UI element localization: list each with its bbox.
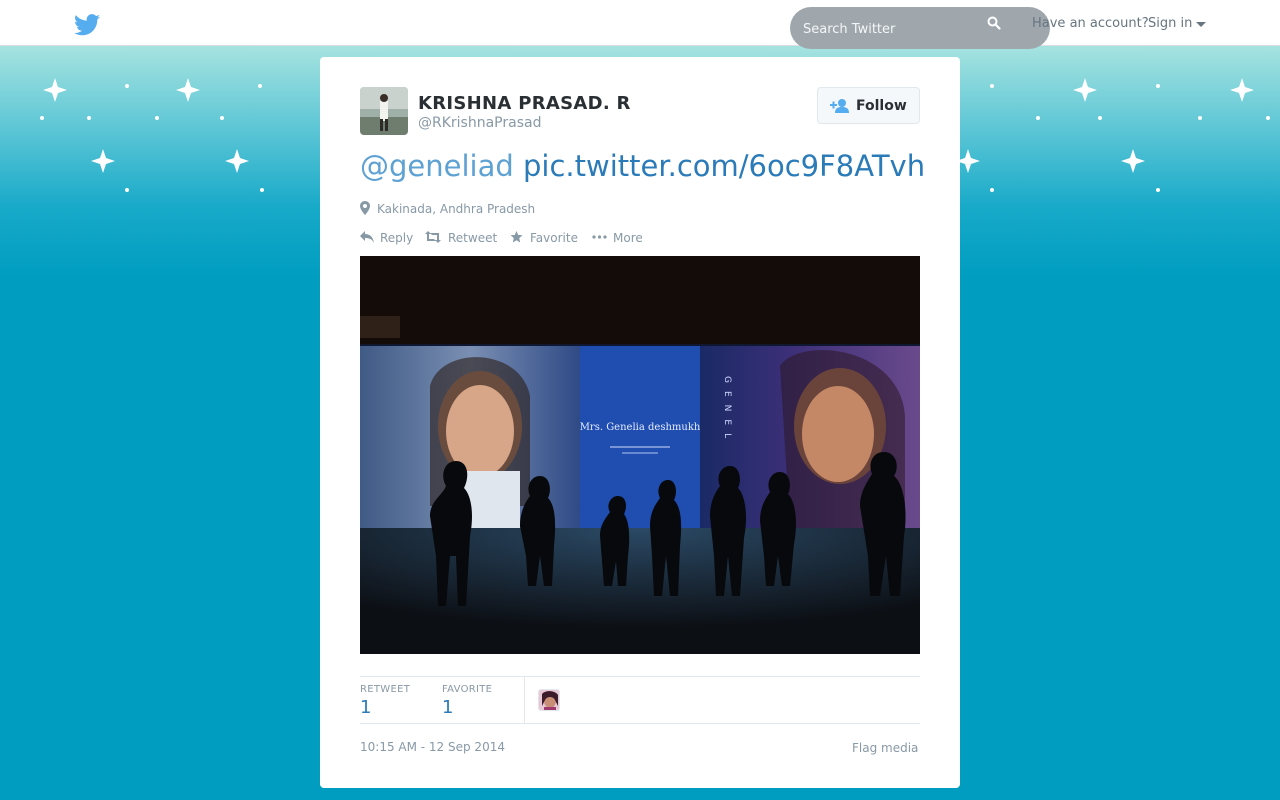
- media-link[interactable]: pic.twitter.com/6oc9F8ATvh: [523, 149, 925, 183]
- tweet-location[interactable]: Kakinada, Andhra Pradesh: [377, 202, 535, 216]
- retweet-action[interactable]: Retweet: [425, 230, 500, 246]
- reply-label: Reply: [380, 231, 414, 245]
- tweet-card: KRISHNA PRASAD. R @RKrishnaPrasad Follow…: [320, 57, 960, 788]
- favorite-action[interactable]: Favorite: [510, 230, 582, 246]
- twitter-bird-icon[interactable]: [74, 14, 100, 36]
- retweet-icon: [425, 231, 441, 243]
- reply-icon: [360, 231, 374, 243]
- stats-vertical-divider: [524, 677, 525, 723]
- favorite-label: Favorite: [530, 231, 578, 245]
- search-input[interactable]: [803, 20, 983, 38]
- billboard-side-letters: GENEL: [722, 376, 732, 446]
- search-icon[interactable]: [987, 16, 1001, 30]
- retweet-label: Retweet: [448, 231, 498, 245]
- avatar[interactable]: [360, 87, 408, 135]
- more-dots-icon: [592, 235, 607, 239]
- have-account-text: Have an account?: [1032, 16, 1149, 31]
- follow-button[interactable]: Follow: [817, 87, 920, 124]
- more-label: More: [613, 231, 643, 245]
- star-icon: [510, 231, 523, 243]
- favorite-count[interactable]: 1: [442, 697, 453, 718]
- location-pin-icon: [360, 201, 370, 215]
- favorite-count-label: FAVORITE: [442, 684, 493, 695]
- user-fullname[interactable]: KRISHNA PRASAD. R: [418, 93, 631, 114]
- mention-link[interactable]: @geneliad: [360, 149, 514, 183]
- retweet-count[interactable]: 1: [360, 697, 371, 718]
- user-handle[interactable]: @RKrishnaPrasad: [418, 115, 541, 131]
- retweet-count-label: RETWEET: [360, 684, 411, 695]
- follow-button-label: Follow: [856, 98, 907, 114]
- tweet-timestamp[interactable]: 10:15 AM - 12 Sep 2014: [360, 740, 505, 754]
- chevron-down-icon[interactable]: [1196, 22, 1206, 27]
- flag-media-link[interactable]: Flag media: [852, 741, 918, 755]
- stats-divider-bottom: [360, 723, 920, 724]
- more-action[interactable]: More: [592, 230, 647, 246]
- stats-divider-top: [360, 676, 920, 677]
- add-user-icon: [830, 99, 849, 113]
- search-box: [790, 7, 1050, 49]
- tweet-media-image[interactable]: Mrs. Genelia deshmukh GENEL: [360, 256, 920, 654]
- sign-in-link[interactable]: Sign in: [1148, 16, 1192, 31]
- top-navigation-bar: Have an account? Sign in: [0, 0, 1280, 49]
- billboard-caption: Mrs. Genelia deshmukh: [580, 422, 701, 433]
- favoriter-avatar[interactable]: [538, 689, 560, 711]
- tweet-text: @geneliad pic.twitter.com/6oc9F8ATvh: [360, 149, 925, 183]
- reply-action[interactable]: Reply: [360, 230, 415, 246]
